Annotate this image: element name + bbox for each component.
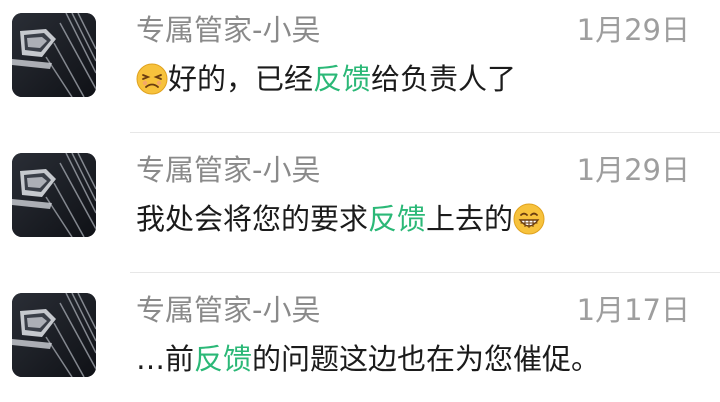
- car-grille-logo-icon[interactable]: [12, 153, 96, 237]
- persevering-face-emoji: [136, 63, 168, 95]
- car-grille-logo-icon[interactable]: [12, 13, 96, 97]
- conversation-item[interactable]: 专属管家-小吴 1月29日 好的，已经 反馈 给负责人了: [0, 0, 720, 133]
- sender-name: 专属管家-小吴: [136, 153, 321, 187]
- highlight-keyword: 反馈: [313, 62, 372, 96]
- message-date: 1月29日: [576, 153, 690, 187]
- conversation-list: 专属管家-小吴 1月29日 好的，已经 反馈 给负责人了 专属管家-小吴 1月2…: [0, 0, 720, 402]
- message-text: 上去的: [426, 202, 514, 236]
- message-date: 1月29日: [576, 13, 690, 47]
- message-text: 的问题这边也在为您催促。: [252, 342, 601, 376]
- conversation-item[interactable]: 专属管家-小吴 1月17日 …前 反馈 的问题这边也在为您催促。: [0, 273, 720, 402]
- message-date: 1月17日: [576, 293, 690, 327]
- message-text: 我处会将您的要求: [136, 202, 369, 236]
- message-preview: …前 反馈 的问题这边也在为您催促。: [136, 339, 600, 379]
- message-preview: 我处会将您的要求 反馈 上去的: [136, 199, 545, 239]
- highlight-keyword: 反馈: [194, 342, 253, 376]
- message-text: 好的，已经: [168, 62, 314, 96]
- grinning-face-emoji: [513, 203, 545, 235]
- message-preview: 好的，已经 反馈 给负责人了: [136, 59, 516, 99]
- message-text: …前: [136, 342, 195, 376]
- message-text: 给负责人了: [371, 62, 517, 96]
- sender-name: 专属管家-小吴: [136, 13, 321, 47]
- car-grille-logo-icon[interactable]: [12, 293, 96, 377]
- highlight-keyword: 反馈: [368, 202, 427, 236]
- conversation-item[interactable]: 专属管家-小吴 1月29日 我处会将您的要求 反馈 上去的: [0, 133, 720, 273]
- sender-name: 专属管家-小吴: [136, 293, 321, 327]
